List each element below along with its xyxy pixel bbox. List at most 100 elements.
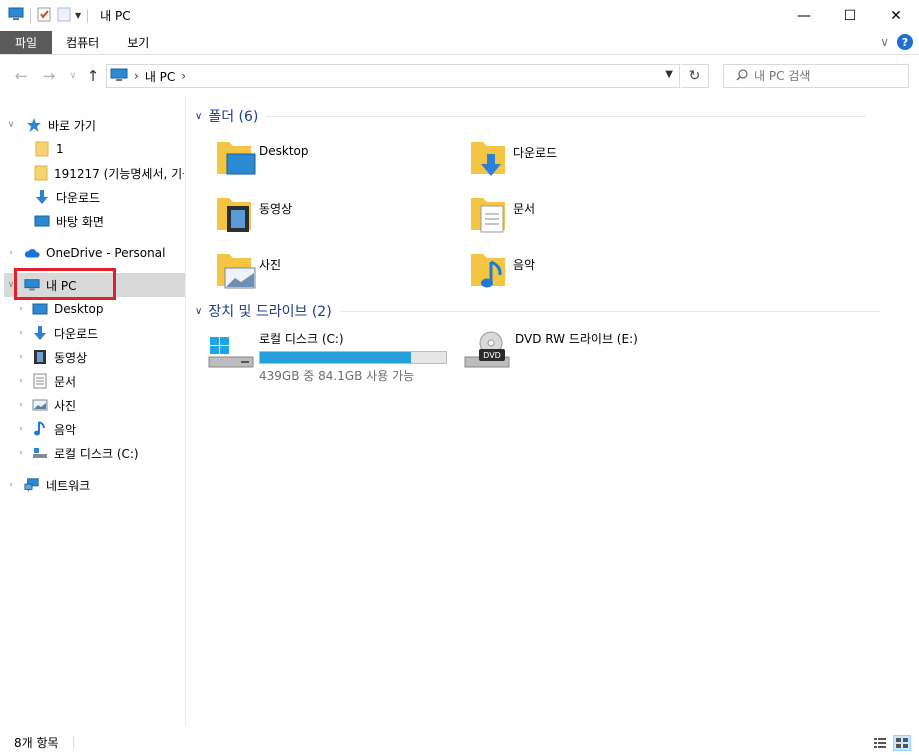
- nav-pc-item[interactable]: › 다운로드: [14, 321, 184, 345]
- group-title: 장치 및 드라이브 (2): [208, 304, 332, 320]
- nav-quick-item[interactable]: 191217 (기능명세서, 기능: [34, 161, 184, 185]
- quick-access-toolbar: ▼: [8, 0, 94, 31]
- up-button[interactable]: ↑: [84, 65, 102, 87]
- nav-quick-item[interactable]: 바탕 화면: [34, 209, 184, 233]
- collapse-chevron-icon[interactable]: ∨: [195, 111, 202, 122]
- dvd-drive-icon: DVD: [463, 326, 511, 374]
- tab-view[interactable]: 보기: [113, 31, 163, 54]
- computer-icon: [8, 7, 24, 24]
- nav-quick-item[interactable]: 1: [34, 137, 184, 161]
- expand-chevron-icon[interactable]: ›: [4, 480, 18, 490]
- drive-free-space: 439GB 중 84.1GB 사용 가능: [259, 369, 415, 383]
- nav-label: 1: [56, 142, 64, 156]
- nav-pc-item[interactable]: › 동영상: [14, 345, 184, 369]
- content-pane: ∨ 폴더 (6) Desktop 다운로드 동영상 문서 사진 음악 ∨ 장치 …: [187, 96, 919, 726]
- drive-tile-c[interactable]: 로컬 디스크 (C:) 439GB 중 84.1GB 사용 가능: [207, 326, 457, 383]
- folder-tile-desktop[interactable]: Desktop: [211, 134, 461, 186]
- expand-chevron-icon[interactable]: ›: [4, 248, 18, 258]
- network-icon: [24, 477, 40, 493]
- window-title: 내 PC: [100, 9, 131, 23]
- folder-tile-documents[interactable]: 문서: [465, 190, 715, 242]
- nav-label: 로컬 디스크 (C:): [54, 446, 139, 461]
- download-arrow-icon: [34, 189, 50, 205]
- properties-icon[interactable]: [37, 6, 51, 25]
- refresh-button[interactable]: ↻: [681, 64, 709, 88]
- group-header-folders[interactable]: ∨ 폴더 (6): [195, 106, 910, 126]
- nav-quick-access[interactable]: ∨ 바로 가기: [4, 113, 184, 137]
- group-header-devices[interactable]: ∨ 장치 및 드라이브 (2): [195, 301, 910, 321]
- nav-label: 다운로드: [56, 190, 101, 205]
- group-divider: [266, 115, 867, 117]
- nav-pc-item[interactable]: › 문서: [14, 369, 184, 393]
- tile-label: 동영상: [259, 202, 293, 216]
- nav-label: 바로 가기: [48, 118, 96, 133]
- nav-pc-item[interactable]: › 음악: [14, 417, 184, 441]
- forward-button[interactable]: →: [40, 65, 58, 87]
- ribbon-expand-chevron-icon[interactable]: ∨: [880, 35, 889, 49]
- help-button[interactable]: ?: [897, 34, 913, 50]
- back-button[interactable]: ←: [12, 65, 30, 87]
- minimize-button[interactable]: —: [781, 0, 827, 31]
- drive-tile-e[interactable]: DVD DVD RW 드라이브 (E:): [463, 326, 713, 382]
- nav-onedrive[interactable]: › OneDrive - Personal: [4, 241, 184, 265]
- desktop-icon: [32, 301, 48, 317]
- nav-label: 동영상: [54, 350, 88, 365]
- search-box[interactable]: [723, 64, 909, 88]
- folder-tile-music[interactable]: 음악: [465, 246, 715, 298]
- search-input[interactable]: [754, 69, 894, 83]
- music-folder-icon: [465, 246, 513, 294]
- expand-chevron-icon[interactable]: ›: [14, 376, 28, 386]
- large-icons-view-button[interactable]: [893, 735, 911, 751]
- maximize-button[interactable]: ☐: [827, 0, 873, 31]
- tile-label: 사진: [259, 258, 282, 272]
- desktop-folder-icon: [211, 134, 259, 182]
- tab-computer[interactable]: 컴퓨터: [52, 31, 113, 54]
- drive-usage-fill: [260, 352, 411, 363]
- search-icon: [736, 68, 748, 84]
- breadcrumb-chevron-icon[interactable]: ›: [181, 69, 186, 83]
- windows-drive-icon: [207, 326, 255, 374]
- nav-label: 사진: [54, 398, 77, 413]
- download-arrow-icon: [32, 325, 48, 341]
- folder-tile-videos[interactable]: 동영상: [211, 190, 461, 242]
- folder-tile-downloads[interactable]: 다운로드: [465, 134, 715, 186]
- details-view-icon: [874, 738, 886, 748]
- tile-label: 문서: [513, 202, 536, 216]
- nav-quick-item[interactable]: 다운로드: [34, 185, 184, 209]
- nav-pc-item[interactable]: › 사진: [14, 393, 184, 417]
- nav-network[interactable]: › 네트워크: [4, 473, 184, 497]
- expand-chevron-icon[interactable]: ›: [14, 328, 28, 338]
- tile-label: 다운로드: [513, 146, 558, 160]
- new-folder-icon[interactable]: [57, 6, 71, 25]
- expand-chevron-icon[interactable]: ›: [14, 352, 28, 362]
- nav-label: 문서: [54, 374, 77, 389]
- breadcrumb-chevron-icon[interactable]: ›: [134, 69, 139, 83]
- expand-chevron-icon[interactable]: ›: [14, 400, 28, 410]
- tile-label: 음악: [513, 258, 536, 272]
- details-view-button[interactable]: [871, 735, 889, 751]
- nav-pc-item[interactable]: › 로컬 디스크 (C:): [14, 441, 184, 465]
- expand-chevron-icon[interactable]: ›: [14, 304, 28, 314]
- film-icon: [32, 349, 48, 365]
- nav-pc-item[interactable]: › Desktop: [14, 297, 184, 321]
- tab-file[interactable]: 파일: [0, 31, 53, 54]
- computer-icon: [110, 68, 128, 85]
- recent-locations-button[interactable]: ∨: [64, 65, 82, 87]
- tile-label: Desktop: [259, 144, 309, 158]
- customize-toolbar-chevron-icon[interactable]: ▼: [75, 11, 81, 20]
- expand-chevron-icon[interactable]: ›: [14, 448, 28, 458]
- desktop-icon: [34, 213, 50, 229]
- folder-tile-pictures[interactable]: 사진: [211, 246, 461, 298]
- address-dropdown-icon[interactable]: ▼: [665, 69, 673, 80]
- expand-chevron-icon[interactable]: ›: [14, 424, 28, 434]
- drive-name: 로컬 디스크 (C:): [259, 332, 344, 346]
- folder-icon: [34, 141, 50, 157]
- drive-icon: [32, 445, 48, 461]
- drive-usage-bar: [259, 351, 447, 364]
- address-bar[interactable]: › 내 PC › ▼: [106, 64, 680, 88]
- star-icon: [26, 117, 42, 133]
- collapse-chevron-icon[interactable]: ∨: [195, 306, 202, 317]
- expand-chevron-icon[interactable]: ∨: [4, 120, 18, 130]
- close-button[interactable]: ✕: [873, 0, 919, 31]
- breadcrumb-this-pc[interactable]: 내 PC: [145, 68, 175, 85]
